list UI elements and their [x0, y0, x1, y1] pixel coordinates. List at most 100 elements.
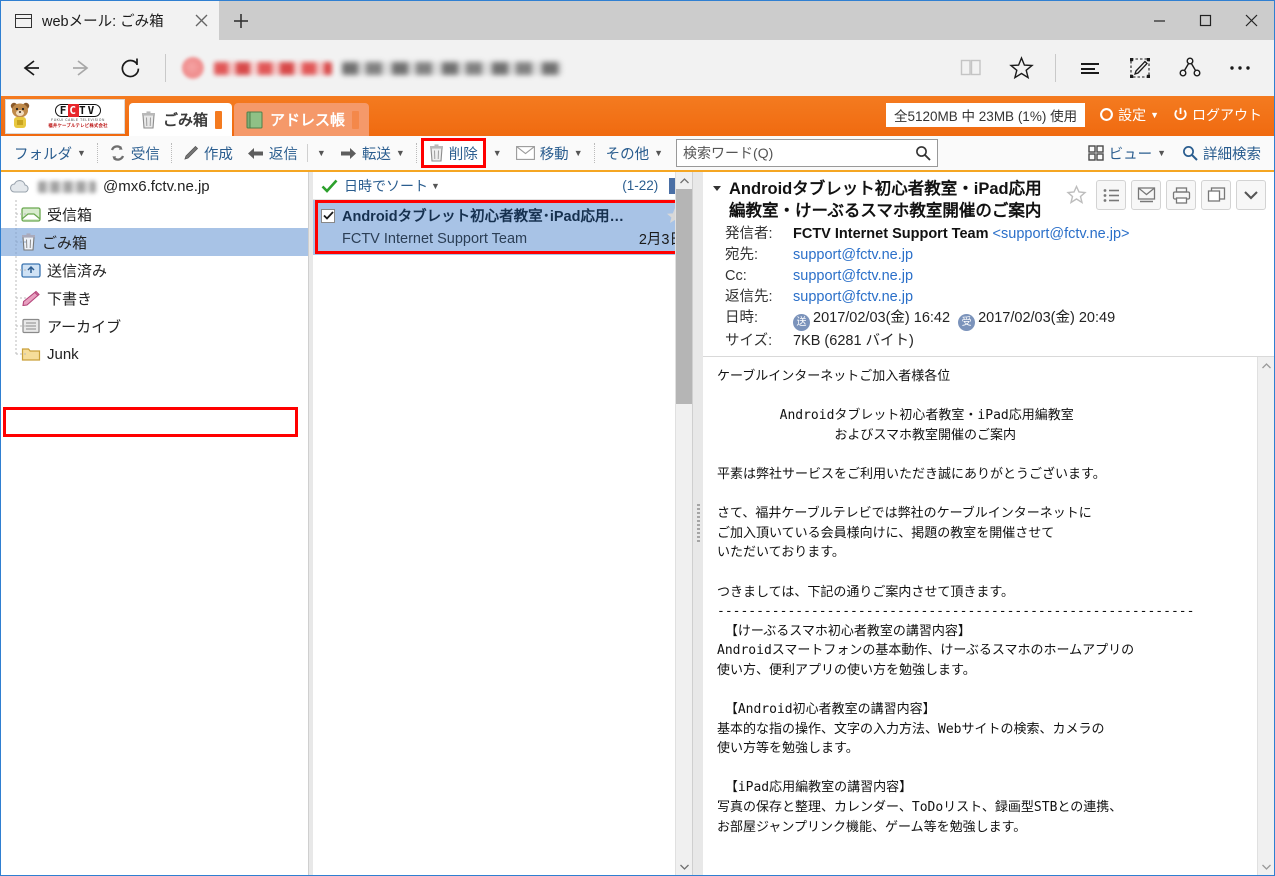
- sidebar-item-drafts[interactable]: 下書き: [1, 284, 308, 312]
- browser-nav-bar: [1, 40, 1274, 96]
- back-button[interactable]: [7, 46, 55, 90]
- field-to-label: 宛先:: [725, 247, 759, 263]
- message-body-scrollbar[interactable]: [1257, 357, 1274, 875]
- browser-window: webメール: ごみ箱 FCTV FUKUI CABLE TELEVISION …: [0, 0, 1275, 876]
- field-date: 日時: 送 2017/02/03(金) 16:42 受 2017/02/03(金) …: [711, 308, 1266, 331]
- chevron-down-icon: ▼: [1157, 148, 1166, 158]
- open-new-window-button[interactable]: [1201, 180, 1231, 210]
- fctv-logo[interactable]: FCTV FUKUI CABLE TELEVISION 福井ケーブルテレビ株式会…: [5, 98, 125, 134]
- forward-arrow-icon: [340, 146, 357, 161]
- sort-menu-button[interactable]: 日時でソート ▼: [344, 176, 440, 196]
- refresh-button[interactable]: [107, 46, 155, 90]
- chevron-down-icon: ▼: [492, 148, 502, 158]
- move-button[interactable]: 移動 ▼: [509, 139, 590, 167]
- delete-label: 削除: [448, 146, 478, 163]
- sidebar-item-trash[interactable]: ごみ箱: [1, 228, 308, 256]
- delete-button[interactable]: 削除: [420, 138, 486, 168]
- tab-address-book[interactable]: アドレス帳: [234, 103, 370, 136]
- date-received: 2017/02/03(金) 20:49: [978, 310, 1116, 326]
- web-note-icon[interactable]: [1116, 46, 1164, 90]
- minimize-button[interactable]: [1136, 1, 1182, 40]
- message-source-button[interactable]: [1131, 180, 1161, 210]
- gear-icon: [1099, 107, 1114, 122]
- reply-to-address[interactable]: support@fctv.ne.jp: [793, 289, 913, 305]
- scroll-down-arrow-icon[interactable]: [676, 858, 692, 875]
- power-icon: [1173, 107, 1188, 122]
- message-list-scrollbar[interactable]: [675, 172, 692, 875]
- field-size: サイズ: 7KB (6281 バイト): [711, 331, 1266, 352]
- toolbar-right-actions: ビュー ▼ 詳細検索: [1081, 139, 1268, 167]
- sidebar-item-junk[interactable]: Junk: [1, 340, 308, 368]
- message-view-pane: Androidタブレット初心者教室・iPad応用編教室・けーぶるスマホ教室開催の…: [703, 172, 1274, 875]
- advanced-search-button[interactable]: 詳細検索: [1175, 139, 1268, 167]
- toolbar-divider: [306, 144, 308, 162]
- pane-splitter-right[interactable]: [693, 172, 703, 875]
- address-redacted-path: [342, 61, 562, 75]
- sender-address[interactable]: <support@fctv.ne.jp>: [993, 226, 1130, 242]
- scroll-up-arrow-icon[interactable]: [676, 172, 692, 189]
- forward-button[interactable]: [57, 46, 105, 90]
- address-bar[interactable]: [176, 50, 945, 86]
- cloud-icon: [9, 179, 31, 194]
- receive-button[interactable]: 受信: [102, 139, 167, 167]
- new-tab-button[interactable]: [219, 1, 263, 40]
- account-row[interactable]: @mx6.fctv.ne.jp: [1, 172, 308, 200]
- share-icon[interactable]: [1166, 46, 1214, 90]
- logo-brand-t: T: [79, 103, 88, 117]
- compose-button[interactable]: 作成: [176, 139, 240, 167]
- cc-address[interactable]: support@fctv.ne.jp: [793, 268, 913, 284]
- star-icon[interactable]: [1061, 180, 1091, 210]
- check-all-icon[interactable]: [321, 179, 338, 193]
- account-name-redacted: [38, 180, 96, 193]
- folder-pane: @mx6.fctv.ne.jp 受信箱 ごみ箱 送信済み 下書き アーカイブ J…: [1, 172, 309, 875]
- chevron-down-icon: ▼: [431, 180, 440, 191]
- scroll-up-arrow-icon[interactable]: [1258, 357, 1274, 374]
- search-input[interactable]: [683, 145, 916, 161]
- tab-trash[interactable]: ごみ箱: [129, 103, 233, 136]
- tree-line: [15, 256, 27, 284]
- search-box[interactable]: [676, 139, 939, 167]
- maximize-button[interactable]: [1182, 1, 1228, 40]
- collapse-triangle-icon[interactable]: [711, 178, 723, 222]
- sidebar-item-archive[interactable]: アーカイブ: [1, 312, 308, 340]
- sidebar-item-inbox[interactable]: 受信箱: [1, 200, 308, 228]
- sidebar-item-label: ごみ箱: [42, 234, 88, 252]
- close-icon[interactable]: [189, 9, 213, 33]
- field-reply-to-value: support@fctv.ne.jp: [793, 287, 913, 308]
- field-cc: Cc: support@fctv.ne.jp: [711, 266, 1266, 287]
- more-actions-button[interactable]: [1236, 180, 1266, 210]
- forward-button[interactable]: 転送 ▼: [333, 139, 412, 167]
- print-button[interactable]: [1166, 180, 1196, 210]
- folder-menu-button[interactable]: フォルダ ▼: [7, 139, 93, 167]
- settings-button[interactable]: 設定 ▼: [1099, 105, 1159, 125]
- webmail-tabs: ごみ箱 アドレス帳: [129, 96, 370, 136]
- field-to-value: support@fctv.ne.jp: [793, 245, 913, 266]
- receive-icon: [109, 145, 126, 161]
- delete-dropdown-button[interactable]: ▼: [486, 139, 509, 167]
- scroll-down-arrow-icon[interactable]: [1258, 858, 1274, 875]
- chevron-down-icon: ▼: [316, 148, 326, 158]
- view-menu-button[interactable]: ビュー ▼: [1081, 139, 1173, 167]
- scrollbar-thumb[interactable]: [676, 189, 692, 404]
- message-range: (1-22): [622, 178, 659, 193]
- to-address[interactable]: support@fctv.ne.jp: [793, 247, 913, 263]
- more-icon[interactable]: [1216, 46, 1264, 90]
- favorites-star-icon[interactable]: [997, 46, 1045, 90]
- field-date-label: 日時:: [725, 310, 759, 326]
- reading-view-icon[interactable]: [947, 46, 995, 90]
- message-title-row: Androidタブレット初心者教室・iPad応用編教室・けーぶるスマホ教室開催の…: [711, 178, 1266, 222]
- hub-icon[interactable]: [1066, 46, 1114, 90]
- sidebar-item-sent[interactable]: 送信済み: [1, 256, 308, 284]
- browser-tab[interactable]: webメール: ごみ箱: [1, 1, 219, 40]
- reply-dropdown-button[interactable]: ▼: [310, 139, 333, 167]
- sender-name: FCTV Internet Support Team: [793, 226, 989, 242]
- table-row[interactable]: Androidタブレット初心者教室･iPad応用… FCTV Internet …: [313, 200, 692, 255]
- reply-button[interactable]: 返信: [240, 139, 305, 167]
- close-window-button[interactable]: [1228, 1, 1274, 40]
- logo-brand-c: C: [68, 103, 79, 117]
- message-details-button[interactable]: [1096, 180, 1126, 210]
- logout-button[interactable]: ログアウト: [1173, 105, 1262, 125]
- message-checkbox[interactable]: [321, 208, 335, 223]
- search-icon[interactable]: [915, 145, 931, 161]
- other-menu-button[interactable]: その他 ▼: [599, 139, 670, 167]
